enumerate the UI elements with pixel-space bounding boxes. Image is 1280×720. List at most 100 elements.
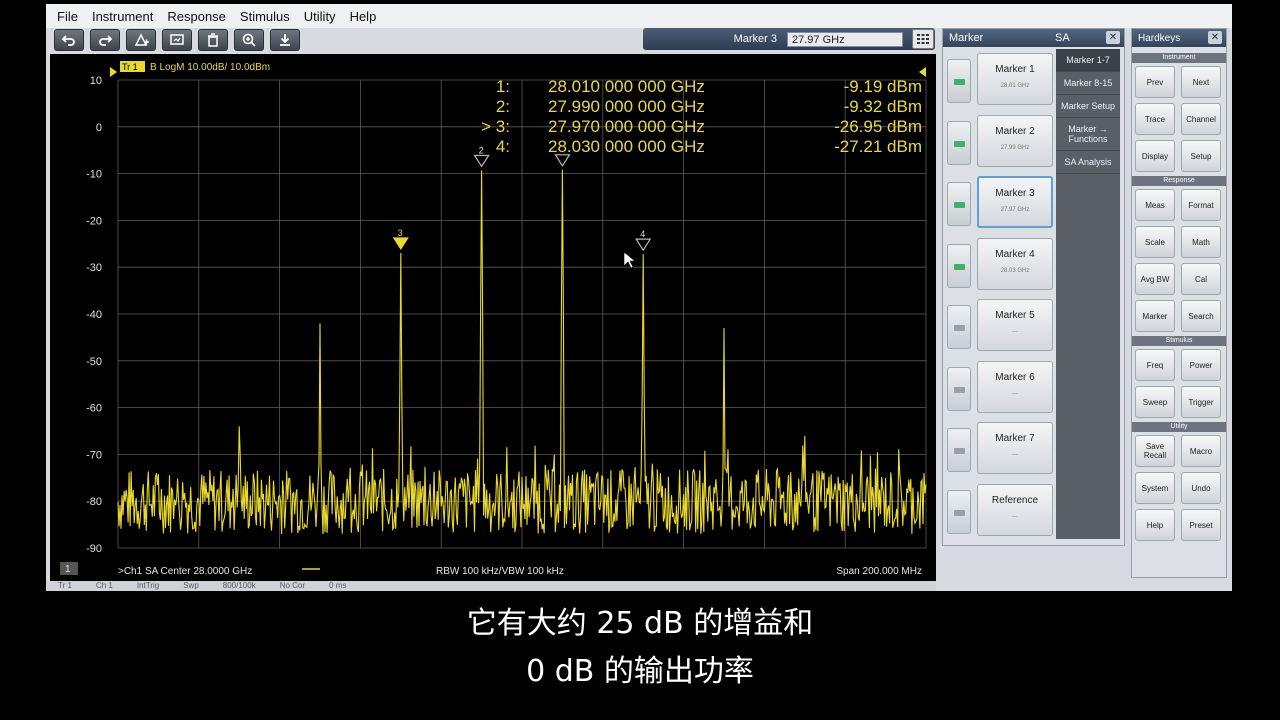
menu-help[interactable]: Help: [343, 9, 384, 24]
hardkey-prev[interactable]: Prev: [1135, 66, 1175, 98]
redo-icon: [99, 35, 113, 46]
hardkey-channel[interactable]: Channel: [1181, 103, 1221, 135]
trace-tag[interactable]: Tr 1: [122, 62, 138, 72]
marker-button-1[interactable]: Marker 1 28.01 GHz: [977, 53, 1053, 105]
trash-button[interactable]: [198, 29, 228, 51]
hardkey-format[interactable]: Format: [1181, 189, 1221, 221]
video-subtitle: 它有大约 25 dB 的增益和 0 dB 的输出功率: [0, 600, 1280, 696]
hardkey-setup[interactable]: Setup: [1181, 140, 1221, 172]
spectrum-plot[interactable]: 10 0 -10 -20 -30 -40 -50 -60 -70 -80 -90 Tr 1 B Lo…: [50, 54, 936, 581]
hardkey-next[interactable]: Next: [1181, 66, 1221, 98]
close-icon[interactable]: ✕: [1106, 31, 1120, 44]
side-marker-1-7[interactable]: Marker 1-7: [1056, 49, 1120, 72]
download-button[interactable]: [270, 29, 300, 51]
y-tick-label: -10: [86, 169, 102, 181]
hardkey-macro[interactable]: Macro: [1181, 435, 1221, 467]
channel-badge[interactable]: 1: [65, 564, 71, 575]
menu-utility[interactable]: Utility: [297, 9, 343, 24]
marker-triangle-4[interactable]: [635, 238, 652, 252]
spectrum-chart: 10 0 -10 -20 -30 -40 -50 -60 -70 -80 -90 Tr 1 B Lo…: [60, 61, 927, 577]
marker-readout-freq: 28.030 000 000 GHz: [548, 137, 705, 156]
status-item: Ch 1: [95, 581, 113, 590]
marker-button-6[interactable]: Marker 6 ---: [977, 360, 1053, 413]
marker-toggle[interactable]: [947, 120, 971, 165]
marker-toggle[interactable]: [947, 59, 971, 103]
marker-button-8[interactable]: Reference ---: [977, 483, 1053, 536]
marker-toggle[interactable]: [947, 182, 971, 226]
marker-triangle-1[interactable]: [554, 154, 571, 167]
marker-add-button[interactable]: [126, 29, 156, 51]
side-marker-8-15[interactable]: Marker 8-15: [1056, 72, 1120, 95]
side-marker-setup[interactable]: Marker Setup: [1056, 95, 1120, 118]
hardkey-trigger[interactable]: Trigger: [1181, 386, 1221, 418]
hardkey-help[interactable]: Help: [1135, 509, 1175, 541]
screenshot-button[interactable]: [162, 29, 192, 51]
menu-file[interactable]: File: [50, 9, 85, 24]
hardkey-marker[interactable]: Marker: [1135, 300, 1175, 332]
status-item: Swp: [183, 581, 199, 590]
marker-triangle-2[interactable]: [473, 154, 490, 168]
hardkey-avg-bw[interactable]: Avg BW: [1135, 263, 1175, 295]
marker-button-7[interactable]: Marker 7 ---: [977, 422, 1053, 474]
left-reference-arrow: [110, 67, 117, 77]
channel-footer-span[interactable]: Span 200.000 MHz: [836, 566, 922, 577]
marker-button-4[interactable]: Marker 4 28.03 GHz: [977, 237, 1053, 290]
marker-button-5[interactable]: Marker 5 ---: [977, 299, 1053, 351]
marker-toggle[interactable]: [947, 428, 971, 472]
hardkey-undo[interactable]: Undo: [1181, 472, 1221, 504]
hardkey-display[interactable]: Display: [1135, 140, 1175, 172]
menu-stimulus[interactable]: Stimulus: [233, 9, 297, 24]
hardkey-meas[interactable]: Meas: [1135, 189, 1175, 221]
marker-button-value: 27.99 GHz: [1000, 144, 1030, 151]
marker-led-indicator: [954, 509, 965, 516]
marker-button-2[interactable]: Marker 2 27.99 GHz: [977, 114, 1053, 167]
marker-toggle[interactable]: [947, 366, 971, 411]
marker-button-3[interactable]: Marker 3 27.97 GHz: [977, 176, 1053, 228]
marker-toggle[interactable]: [947, 489, 971, 534]
marker-button-value: ---: [1012, 452, 1018, 458]
hardkey-search[interactable]: Search: [1181, 300, 1221, 332]
side-marker-functions[interactable]: Marker → Functions: [1056, 118, 1120, 151]
hardkey-save-recall[interactable]: Save Recall: [1135, 435, 1175, 467]
hardkey-trace[interactable]: Trace: [1135, 103, 1175, 135]
marker-row: Marker 5 ---: [947, 299, 1053, 351]
screenshot-icon: [170, 34, 184, 45]
marker-readout-amp: -27.21 dBm: [834, 137, 922, 156]
mouse-cursor-icon: [623, 251, 636, 269]
hardkey-power[interactable]: Power: [1181, 349, 1221, 381]
channel-footer-left[interactable]: >Ch1 SA Center 28.0000 GHz: [118, 566, 252, 577]
close-icon[interactable]: ✕: [1208, 31, 1222, 44]
redo-button[interactable]: [90, 29, 120, 51]
marker-toggle[interactable]: [947, 243, 971, 288]
hardkey-cal[interactable]: Cal: [1181, 263, 1221, 295]
trace-label[interactable]: B LogM 10.00dB/ 10.0dBm: [150, 62, 270, 73]
hardkeys-section-title: Instrument: [1132, 53, 1226, 63]
zoom-icon: [242, 33, 256, 47]
status-bar: Tr 1 Ch 1 IntTrig Swp 800/100k No Cor 0 …: [46, 581, 936, 591]
subtitle-line: 0 dB 的输出功率: [526, 654, 754, 689]
hardkey-scale[interactable]: Scale: [1135, 226, 1175, 258]
download-icon: [280, 34, 290, 46]
hardkey-preset[interactable]: Preset: [1181, 509, 1221, 541]
marker-button-value: ---: [1012, 329, 1018, 335]
hardkey-system[interactable]: System: [1135, 472, 1175, 504]
keypad-button[interactable]: [912, 29, 934, 49]
y-tick-label: -20: [86, 215, 102, 227]
marker-triangle-3[interactable]: [392, 237, 409, 251]
side-sa-analysis[interactable]: SA Analysis: [1056, 151, 1120, 174]
marker-readout-amp: -9.32 dBm: [844, 97, 922, 116]
hardkeys-grid: Meas Format Scale Math Avg BW Cal Marker Search: [1132, 189, 1226, 332]
zoom-button[interactable]: [234, 29, 264, 51]
hardkey-sweep[interactable]: Sweep: [1135, 386, 1175, 418]
hardkey-freq[interactable]: Freq: [1135, 349, 1175, 381]
menu-response[interactable]: Response: [160, 9, 233, 24]
channel-footer-bandwidth[interactable]: RBW 100 kHz/VBW 100 kHz: [436, 566, 564, 577]
hardkey-math[interactable]: Math: [1181, 226, 1221, 258]
marker-button-label: Reference: [991, 494, 1039, 506]
status-item: 800/100k: [222, 581, 256, 590]
right-reference-arrow: [919, 67, 926, 77]
marker-value-input[interactable]: 27.97 GHz: [787, 31, 903, 47]
marker-toggle[interactable]: [947, 305, 971, 349]
undo-button[interactable]: [54, 29, 84, 51]
menu-instrument[interactable]: Instrument: [85, 9, 160, 24]
